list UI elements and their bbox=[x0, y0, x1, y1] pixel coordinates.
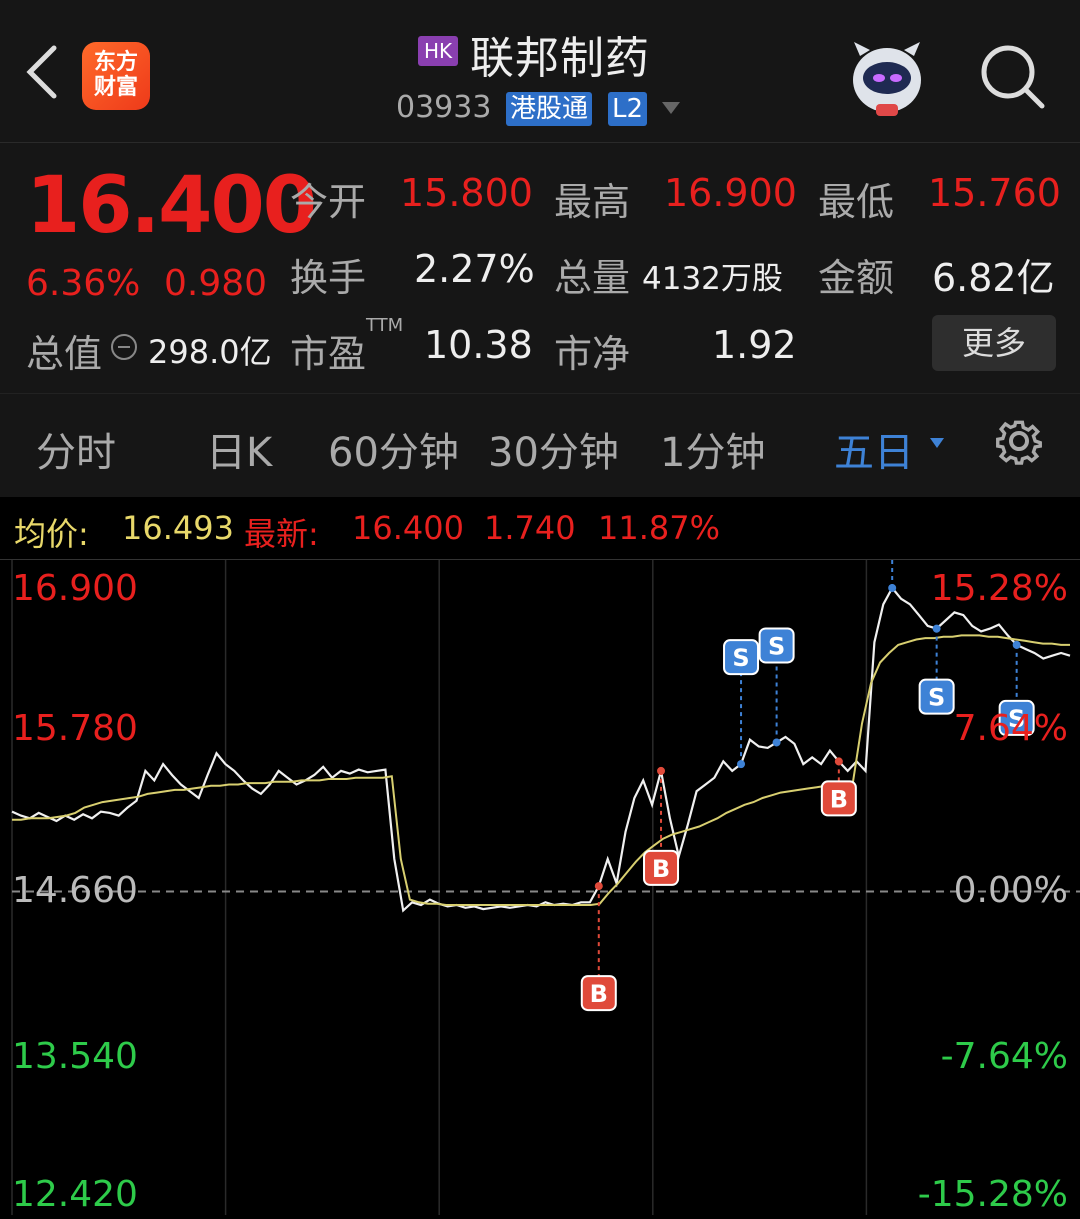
y-right-tick-label: 7.64% bbox=[953, 708, 1068, 749]
chart-canvas[interactable]: BBBSSSSS bbox=[0, 458, 1080, 1215]
y-right-tick-label: -7.64% bbox=[940, 1036, 1068, 1077]
market-cap-value: 298.0亿 bbox=[148, 333, 272, 371]
buy-badge-label: B bbox=[652, 855, 670, 883]
amount-label: 金额 bbox=[818, 256, 895, 300]
sell-badge-label: S bbox=[768, 632, 785, 660]
connect-tag: 港股通 bbox=[506, 92, 593, 126]
latest-change-pct: 11.87% bbox=[598, 509, 721, 547]
pe-value: 10.38 bbox=[424, 323, 533, 367]
change-amount: 0.980 bbox=[164, 263, 268, 304]
buy-badge-label: B bbox=[830, 785, 848, 813]
tab-60min[interactable]: 60分钟 bbox=[328, 420, 459, 478]
y-tick-label: 13.540 bbox=[12, 1036, 138, 1077]
y-tick-label: 16.900 bbox=[12, 568, 138, 609]
sell-point bbox=[737, 760, 746, 769]
y-right-tick-label: 15.28% bbox=[930, 568, 1068, 609]
last-price: 16.400 bbox=[26, 161, 317, 251]
pb-label: 市净 bbox=[554, 332, 631, 376]
app-logo[interactable]: 东方 财富 bbox=[82, 42, 150, 110]
robot-assistant-icon[interactable] bbox=[846, 38, 928, 118]
logo-text-line2: 财富 bbox=[93, 75, 138, 100]
dropdown-caret-icon[interactable] bbox=[930, 438, 944, 448]
info-icon[interactable] bbox=[110, 333, 138, 361]
turnover-value: 2.27% bbox=[414, 247, 535, 291]
turnover-label: 换手 bbox=[290, 256, 367, 300]
sell-point bbox=[888, 584, 897, 592]
market-badge: HK bbox=[418, 36, 459, 66]
buy-point bbox=[657, 766, 666, 775]
tab-daily-k[interactable]: 日K bbox=[206, 420, 272, 478]
change-percent: 6.36% bbox=[26, 263, 141, 304]
volume-label: 总量 bbox=[554, 256, 631, 300]
buy-point bbox=[594, 882, 603, 891]
top-bar: 东方 财富 HK 联邦制药 03933 港股通 L2 bbox=[0, 0, 1080, 142]
avg-value: 16.493 bbox=[122, 509, 234, 547]
sell-point bbox=[932, 624, 941, 633]
market-cap-label: 总值 bbox=[26, 332, 103, 376]
amount-value: 6.82亿 bbox=[932, 256, 1055, 300]
high-label: 最高 bbox=[554, 180, 631, 224]
tab-intraday[interactable]: 分时 bbox=[36, 420, 116, 478]
back-arrow-icon[interactable] bbox=[22, 42, 62, 102]
period-tabs: 分时 日K 60分钟 30分钟 1分钟 五日 bbox=[0, 393, 1080, 498]
more-button[interactable]: 更多 bbox=[932, 315, 1056, 371]
stock-name: 联邦制药 bbox=[470, 33, 650, 84]
y-tick-label: 12.420 bbox=[12, 1174, 138, 1215]
price-line bbox=[11, 586, 1071, 913]
pe-ttm-sup: TTM bbox=[366, 315, 404, 336]
low-value: 15.760 bbox=[928, 171, 1061, 215]
tab-30min[interactable]: 30分钟 bbox=[488, 420, 619, 478]
tab-1min[interactable]: 1分钟 bbox=[660, 420, 765, 478]
low-label: 最低 bbox=[818, 180, 895, 224]
level-tag[interactable]: L2 bbox=[608, 92, 648, 126]
y-right-tick-label: -15.28% bbox=[917, 1174, 1068, 1215]
latest-change: 1.740 bbox=[484, 509, 576, 547]
five-day-chart[interactable]: BBBSSSSS 16.900 15.780 14.660 13.540 12.… bbox=[0, 458, 1080, 1215]
latest-value: 16.400 bbox=[352, 509, 464, 547]
stock-code: 03933 bbox=[396, 90, 492, 125]
chevron-down-icon[interactable] bbox=[662, 102, 680, 114]
buy-point bbox=[834, 757, 843, 766]
sell-point bbox=[772, 738, 781, 747]
volume-value: 4132万股 bbox=[642, 261, 783, 297]
gear-icon[interactable] bbox=[992, 414, 1046, 468]
sell-badge-label: S bbox=[928, 684, 945, 712]
chart-info-line: 均价: 16.493 最新: 16.400 1.740 11.87% bbox=[0, 497, 1080, 560]
avg-label: 均价: bbox=[14, 515, 89, 553]
pb-value: 1.92 bbox=[712, 323, 797, 367]
tab-five-day[interactable]: 五日 bbox=[834, 420, 914, 478]
y-tick-label: 14.660 bbox=[12, 870, 138, 911]
avg-price-line bbox=[12, 634, 1070, 906]
pe-label: 市盈 bbox=[290, 332, 367, 376]
logo-text-line1: 东方 bbox=[93, 50, 138, 75]
sell-point bbox=[1012, 640, 1021, 649]
high-value: 16.900 bbox=[664, 171, 797, 215]
buy-badge-label: B bbox=[590, 980, 608, 1008]
latest-label: 最新: bbox=[244, 515, 319, 553]
search-icon[interactable] bbox=[978, 42, 1048, 112]
open-label: 今开 bbox=[290, 180, 367, 224]
y-right-tick-label: 0.00% bbox=[953, 870, 1068, 911]
quote-panel: 16.400 6.36% 0.980 总值 298.0亿 今开 15.800 最… bbox=[0, 142, 1080, 393]
y-tick-label: 15.780 bbox=[12, 708, 138, 749]
sell-badge-label: S bbox=[732, 644, 749, 672]
open-value: 15.800 bbox=[400, 171, 533, 215]
